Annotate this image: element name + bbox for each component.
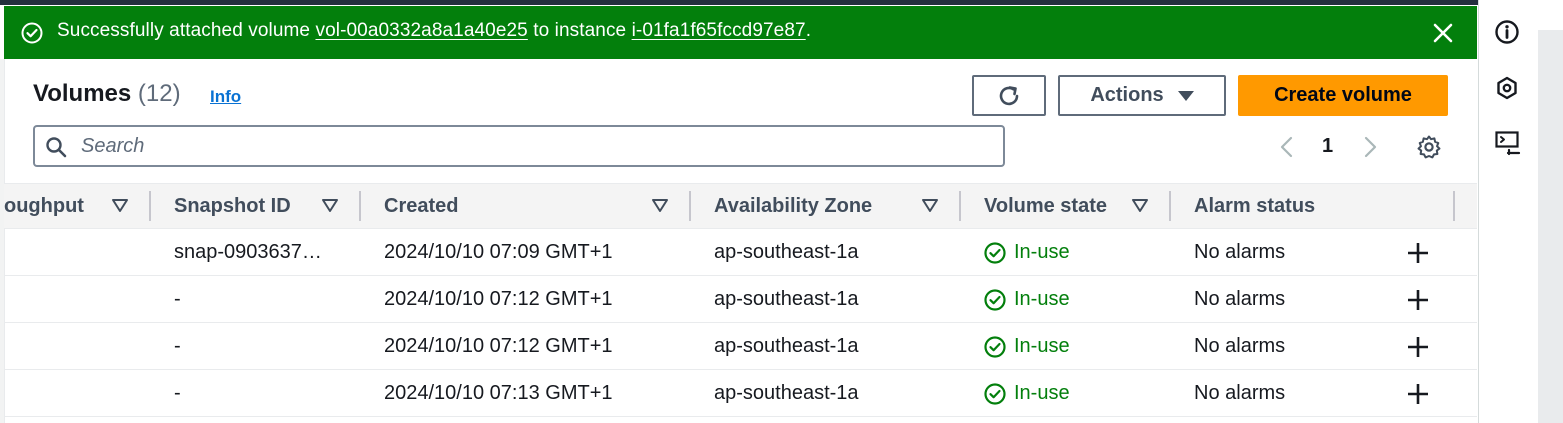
alarm-status-cell: No alarms — [1194, 241, 1286, 263]
sort-down-icon[interactable] — [651, 198, 669, 214]
availability-zone-cell: ap-southeast-1a — [714, 335, 859, 357]
volume-state-cell: In-use — [984, 382, 1070, 405]
alarm-status-cell: No alarms — [1194, 335, 1286, 357]
sort-down-icon[interactable] — [1131, 198, 1149, 214]
flash-text-suffix: . — [805, 20, 812, 41]
actions-label: Actions — [1090, 84, 1164, 106]
column-divider[interactable] — [1169, 191, 1171, 221]
success-flashbar: Successfully attached volume vol-00a0332… — [4, 6, 1477, 59]
column-header-volume-state[interactable]: Volume state — [984, 195, 1107, 218]
volume-state-label: In-use — [1014, 288, 1070, 310]
close-icon[interactable] — [1430, 20, 1456, 46]
refresh-button[interactable] — [972, 75, 1046, 116]
add-alarm-icon[interactable] — [1406, 335, 1430, 359]
status-success-icon — [984, 383, 1006, 405]
column-header-throughput[interactable]: oughput — [4, 195, 84, 218]
volume-state-label: In-use — [1014, 241, 1070, 263]
check-circle-icon — [21, 22, 43, 44]
caret-down-icon — [1177, 90, 1194, 101]
availability-zone-cell: ap-southeast-1a — [714, 288, 859, 310]
volume-state-cell: In-use — [984, 288, 1070, 311]
chevron-left-icon[interactable] — [1277, 135, 1297, 159]
search-field[interactable] — [33, 125, 1005, 167]
status-success-icon — [984, 289, 1006, 311]
status-success-icon — [984, 336, 1006, 358]
created-cell: 2024/10/10 07:09 GMT+1 — [384, 241, 613, 263]
volume-state-label: In-use — [1014, 382, 1070, 404]
info-icon[interactable] — [1494, 19, 1520, 45]
search-input[interactable] — [81, 133, 981, 159]
snapshot-id-cell: - — [174, 288, 181, 310]
column-header-created[interactable]: Created — [384, 195, 458, 218]
column-divider[interactable] — [1453, 191, 1455, 221]
scrollbar[interactable] — [1538, 30, 1563, 423]
column-header-alarm-status[interactable]: Alarm status — [1194, 195, 1315, 218]
cloudshell-icon[interactable] — [1494, 129, 1522, 157]
add-alarm-icon[interactable] — [1406, 382, 1430, 406]
column-divider[interactable] — [689, 191, 691, 221]
chevron-right-icon[interactable] — [1360, 135, 1380, 159]
snapshot-id-cell: snap-0903637… — [174, 241, 322, 263]
snapshot-id-cell: - — [174, 335, 181, 357]
alarm-status-cell: No alarms — [1194, 288, 1286, 310]
availability-zone-cell: ap-southeast-1a — [714, 382, 859, 404]
column-divider[interactable] — [359, 191, 361, 221]
volume-state-label: In-use — [1014, 335, 1070, 357]
info-link[interactable]: Info — [210, 87, 241, 107]
title-text: Volumes — [33, 80, 132, 107]
page-number[interactable]: 1 — [1322, 135, 1333, 158]
status-success-icon — [984, 242, 1006, 264]
volume-count: (12) — [137, 80, 181, 107]
sort-down-icon[interactable] — [111, 198, 129, 214]
top-border — [0, 0, 1563, 5]
volume-state-cell: In-use — [984, 335, 1070, 358]
availability-zone-cell: ap-southeast-1a — [714, 241, 859, 263]
page-title: Volumes (12) — [33, 80, 181, 108]
created-cell: 2024/10/10 07:12 GMT+1 — [384, 335, 613, 357]
add-alarm-icon[interactable] — [1406, 241, 1430, 265]
instance-link[interactable]: i-01fa1f65fccd97e87 — [632, 20, 806, 41]
flash-text-prefix: Successfully attached volume — [57, 20, 316, 41]
flash-text-middle: to instance — [527, 20, 632, 41]
column-header-snapshot-id[interactable]: Snapshot ID — [174, 195, 291, 218]
volume-link[interactable]: vol-00a0332a8a1a40e25 — [315, 20, 527, 41]
actions-button[interactable]: Actions — [1058, 75, 1226, 116]
alarm-status-cell: No alarms — [1194, 382, 1286, 404]
create-volume-button[interactable]: Create volume — [1238, 75, 1448, 116]
column-divider[interactable] — [149, 191, 151, 221]
refresh-icon — [999, 85, 1019, 105]
column-header-availability-zone[interactable]: Availability Zone — [714, 195, 872, 218]
volume-state-cell: In-use — [984, 241, 1070, 264]
created-cell: 2024/10/10 07:12 GMT+1 — [384, 288, 613, 310]
search-icon — [46, 137, 67, 158]
snapshot-id-cell: - — [174, 382, 181, 404]
add-alarm-icon[interactable] — [1406, 288, 1430, 312]
created-cell: 2024/10/10 07:13 GMT+1 — [384, 382, 613, 404]
sort-down-icon[interactable] — [921, 198, 939, 214]
security-hub-icon[interactable] — [1494, 75, 1520, 101]
sort-down-icon[interactable] — [321, 198, 339, 214]
column-divider[interactable] — [959, 191, 961, 221]
gear-icon[interactable] — [1416, 134, 1442, 160]
flash-message: Successfully attached volume vol-00a0332… — [57, 20, 811, 42]
